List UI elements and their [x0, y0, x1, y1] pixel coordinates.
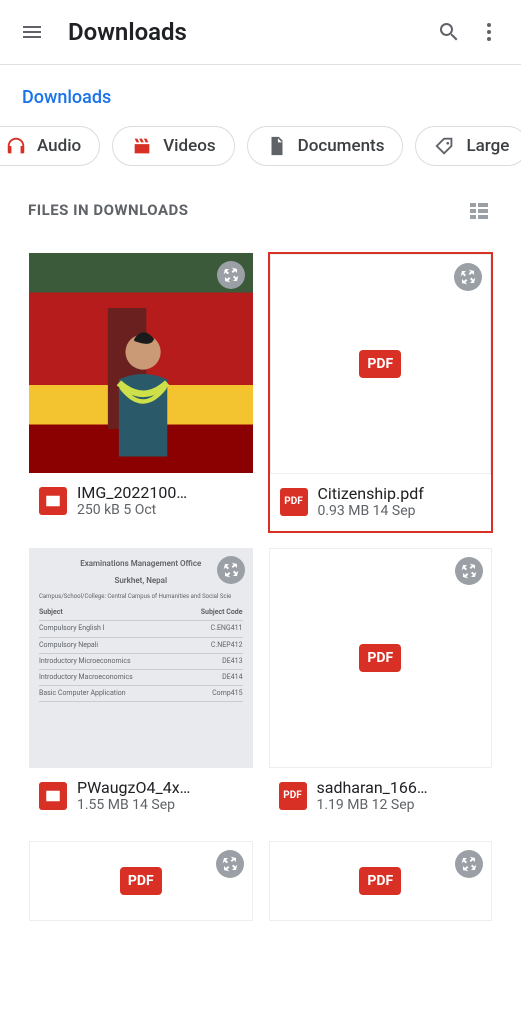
section-label: FILES IN DOWNLOADS — [28, 201, 189, 219]
more-vert-icon[interactable] — [469, 12, 509, 52]
chip-label: Documents — [298, 136, 385, 156]
file-info: 1.55 MB 14 Sep — [77, 797, 243, 813]
pdf-badge: PDF — [359, 644, 401, 672]
file-card[interactable]: PDF PDF Citizenship.pdf 0.93 MB 14 Sep — [268, 252, 494, 533]
tag-icon — [434, 135, 456, 157]
thumbnail: PDF — [269, 548, 493, 768]
file-info: 0.93 MB 14 Sep — [318, 503, 482, 519]
document-icon — [266, 135, 288, 157]
hamburger-menu-icon[interactable] — [12, 12, 52, 52]
file-card[interactable]: IMG_2022100… 250 kB 5 Oct — [28, 252, 254, 533]
thumbnail: PDF — [29, 841, 253, 921]
chip-label: Videos — [163, 136, 215, 156]
file-card[interactable]: Examinations Management Office Surkhet, … — [28, 547, 254, 826]
chip-label: Large — [466, 136, 509, 156]
file-name: sadharan_166… — [317, 778, 483, 797]
filter-chip-documents[interactable]: Documents — [247, 126, 404, 166]
pdf-badge: PDF — [359, 350, 401, 378]
expand-icon[interactable] — [217, 261, 245, 289]
view-toggle-icon[interactable] — [465, 196, 493, 224]
pdf-badge: PDF — [359, 867, 401, 895]
file-info: 1.19 MB 12 Sep — [317, 797, 483, 813]
pdf-badge: PDF — [120, 867, 162, 895]
file-card[interactable]: PDF PDF sadharan_166… 1.19 MB 12 Sep — [268, 547, 494, 826]
expand-icon[interactable] — [455, 850, 483, 878]
image-type-icon — [39, 487, 67, 515]
thumbnail: PDF — [270, 254, 492, 474]
expand-icon[interactable] — [217, 556, 245, 584]
expand-icon[interactable] — [455, 557, 483, 585]
expand-icon[interactable] — [454, 263, 482, 291]
clapper-icon — [131, 135, 153, 157]
thumbnail: Examinations Management Office Surkhet, … — [29, 548, 253, 768]
filter-chip-videos[interactable]: Videos — [112, 126, 234, 166]
file-name: IMG_2022100… — [77, 483, 243, 502]
page-title: Downloads — [68, 18, 429, 46]
image-type-icon — [39, 782, 67, 810]
filter-chip-audio[interactable]: Audio — [0, 126, 100, 166]
thumbnail: PDF — [269, 841, 493, 921]
breadcrumb-downloads[interactable]: Downloads — [22, 87, 111, 108]
pdf-type-icon: PDF — [280, 488, 308, 516]
file-name: PWaugzO4_4x… — [77, 778, 243, 797]
expand-icon[interactable] — [216, 850, 244, 878]
file-card[interactable]: PDF — [28, 840, 254, 922]
pdf-type-icon: PDF — [279, 782, 307, 810]
filter-chip-large[interactable]: Large — [415, 126, 521, 166]
chip-label: Audio — [37, 136, 81, 156]
search-icon[interactable] — [429, 12, 469, 52]
file-name: Citizenship.pdf — [318, 484, 482, 503]
headphones-icon — [5, 135, 27, 157]
file-card[interactable]: PDF — [268, 840, 494, 922]
thumbnail — [29, 253, 253, 473]
file-info: 250 kB 5 Oct — [77, 502, 243, 518]
